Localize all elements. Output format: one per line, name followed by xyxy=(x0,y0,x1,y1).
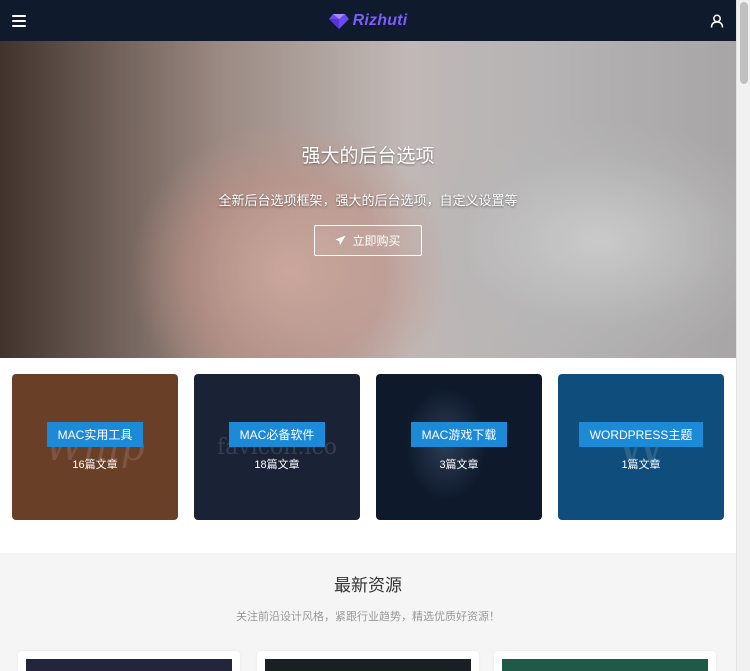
hero-content: 强大的后台选项 全新后台选项框架，强大的后台选项，自定义设置等 立即购买 xyxy=(0,141,736,256)
user-icon[interactable] xyxy=(710,14,724,28)
category-card-wordpress-themes[interactable]: W WORDPRESS主题 1篇文章 xyxy=(558,374,724,520)
category-label: MAC实用工具 xyxy=(46,422,144,447)
category-count: 3篇文章 xyxy=(439,459,479,471)
latest-resources-section: 最新资源 关注前沿设计风格，紧跟行业趋势，精选优质好资源！ xyxy=(0,553,736,671)
post-card[interactable] xyxy=(494,651,716,671)
category-card-mac-games[interactable]: MAC游戏下载 3篇文章 xyxy=(376,374,542,520)
post-thumbnail xyxy=(265,659,471,671)
category-label: MAC游戏下载 xyxy=(410,422,508,447)
scrollbar-thumb[interactable] xyxy=(740,2,748,84)
category-count: 16篇文章 xyxy=(72,459,118,471)
category-card-mac-software[interactable]: favicon.ico MAC必备软件 18篇文章 xyxy=(194,374,360,520)
diamond-icon xyxy=(328,13,349,29)
category-card-mac-tools[interactable]: Whip MAC实用工具 16篇文章 xyxy=(12,374,178,520)
buy-now-label: 立即购买 xyxy=(352,234,401,248)
category-bg-text: favicon.ico xyxy=(216,434,338,460)
category-section: Whip MAC实用工具 16篇文章 favicon.ico MAC必备软件 1… xyxy=(0,358,736,553)
latest-subtitle: 关注前沿设计风格，紧跟行业趋势，精选优质好资源！ xyxy=(236,611,500,623)
category-bg-text: Whip xyxy=(44,425,145,469)
site-header: Rizhuti xyxy=(0,0,736,41)
site-logo[interactable]: Rizhuti xyxy=(328,11,408,30)
category-label: MAC必备软件 xyxy=(228,422,326,447)
category-count: 18篇文章 xyxy=(254,459,300,471)
buy-now-button[interactable]: 立即购买 xyxy=(314,225,422,256)
latest-title: 最新资源 xyxy=(334,576,402,595)
category-bg-text: W xyxy=(615,418,667,476)
category-bg-text xyxy=(376,374,542,520)
post-thumbnail xyxy=(26,659,232,671)
paper-plane-icon xyxy=(335,235,347,246)
post-card[interactable] xyxy=(257,651,479,671)
hero-banner: 强大的后台选项 全新后台选项框架，强大的后台选项，自定义设置等 立即购买 xyxy=(0,41,736,358)
post-thumbnail xyxy=(502,659,708,671)
category-label: WORDPRESS主题 xyxy=(578,422,704,447)
page-scrollbar[interactable] xyxy=(736,0,750,671)
post-card[interactable] xyxy=(18,651,240,671)
hamburger-menu-icon[interactable] xyxy=(12,14,26,27)
hero-subtitle: 全新后台选项框架，强大的后台选项，自定义设置等 xyxy=(218,193,518,208)
hero-title: 强大的后台选项 xyxy=(301,146,435,167)
category-count: 1篇文章 xyxy=(621,459,661,471)
logo-text: Rizhuti xyxy=(352,11,408,29)
